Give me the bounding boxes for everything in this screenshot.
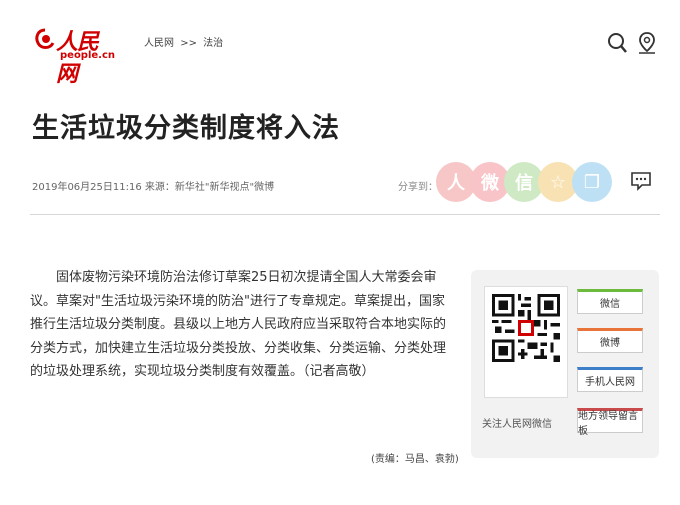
search-icon[interactable] <box>606 30 628 56</box>
sidebar-button-3[interactable]: 地方领导留言板 <box>577 408 643 437</box>
sidebar-button-1[interactable]: 微博 <box>577 328 643 353</box>
sidebar-button-2[interactable]: 手机人民网 <box>577 367 643 392</box>
site-header: 人民网 people.cn 人民网 >> 法治 <box>0 0 680 87</box>
share-copy-icon[interactable]: ❐ <box>572 162 612 202</box>
sidebar-button-0[interactable]: 微信 <box>577 289 643 314</box>
logo-swirl-icon <box>35 28 55 49</box>
share-label: 分享到： <box>398 182 438 193</box>
breadcrumb-separator: >> <box>180 38 197 49</box>
article-title: 生活垃圾分类制度将入法 <box>32 113 340 144</box>
sidebar-button-label: 微博 <box>600 338 620 349</box>
logo-text-en: people.cn <box>60 50 116 61</box>
share-wechat-icon-glyph: 信 <box>515 173 533 194</box>
divider <box>30 214 660 215</box>
comment-icon[interactable] <box>630 170 652 192</box>
sidebar-panel: 关注人民网微信 微信微博手机人民网地方领导留言板 <box>471 270 659 458</box>
share-copy-icon-glyph: ❐ <box>583 171 601 193</box>
share-people-icon-glyph: 人 <box>447 173 465 194</box>
location-pin-icon[interactable] <box>636 30 658 56</box>
share-qzone-icon-glyph: ☆ <box>549 171 567 193</box>
article-meta: 2019年06月25日11:16 来源：新华社"新华视点"微博 <box>32 182 275 193</box>
sidebar-button-label: 手机人民网 <box>585 377 635 388</box>
breadcrumb-law[interactable]: 法治 <box>203 38 223 49</box>
people-logo[interactable]: 人民网 people.cn <box>34 24 116 87</box>
breadcrumb-home[interactable]: 人民网 <box>144 38 174 49</box>
article-body: 固体废物污染环境防治法修订草案25日初次提请全国人大常委会审议。草案对"生活垃圾… <box>30 270 447 379</box>
qr-caption: 关注人民网微信 <box>482 419 552 430</box>
breadcrumb: 人民网 >> 法治 <box>144 34 226 49</box>
sidebar-button-label: 地方领导留言板 <box>578 410 638 437</box>
article-editor: (责编：马昌、袁勃) <box>371 454 459 465</box>
sidebar-button-label: 微信 <box>600 299 620 310</box>
share-weibo-icon-glyph: 微 <box>481 173 499 194</box>
qr-code-box <box>484 286 568 398</box>
qr-code-image <box>492 294 560 362</box>
